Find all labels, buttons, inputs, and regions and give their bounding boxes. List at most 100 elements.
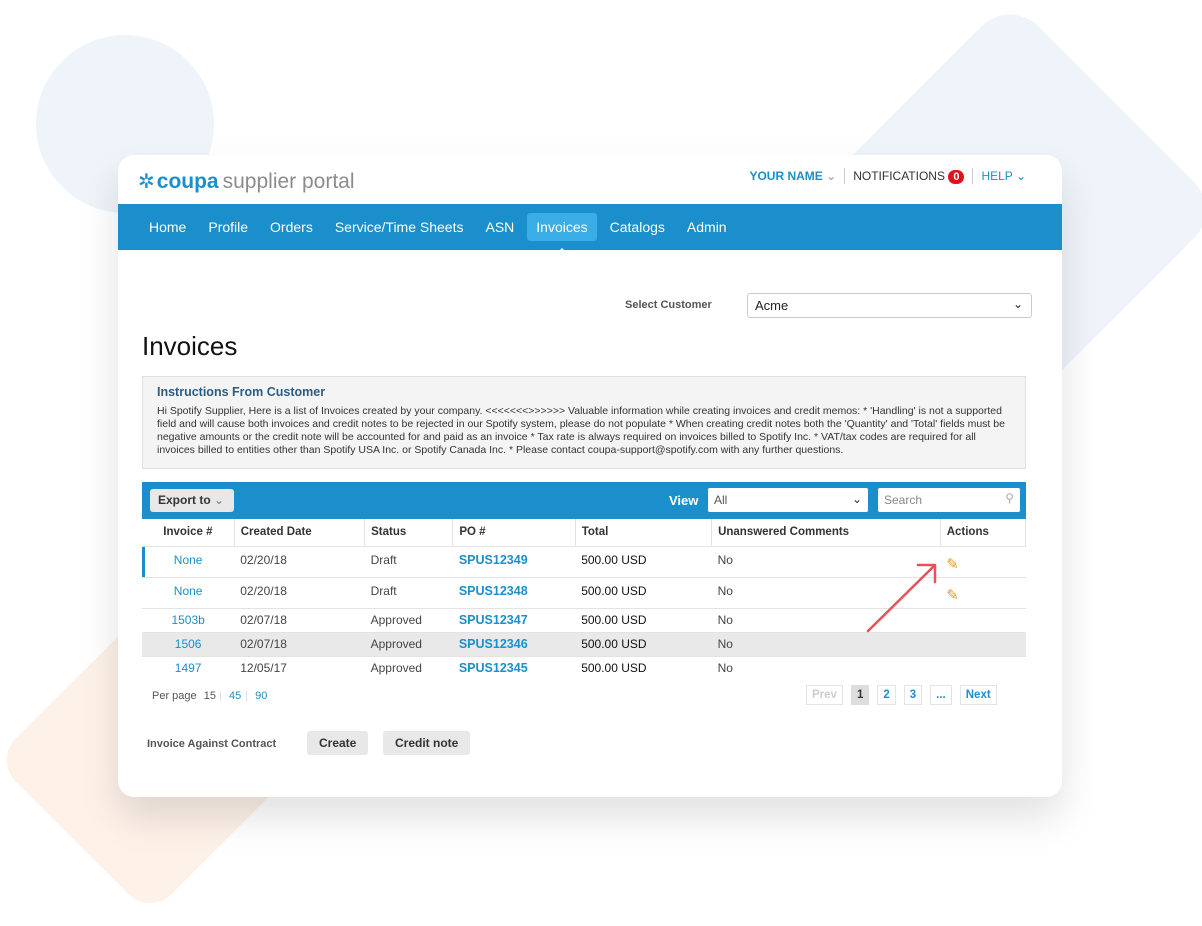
chevron-down-icon: ⌄: [214, 493, 225, 507]
table-header: Invoice # Created Date Status PO # Total Unan…: [142, 519, 1027, 546]
actions-cell: ✎: [940, 545, 1026, 577]
main-nav: Home Profile Orders Service/Time Sheets ASN I…: [118, 204, 1062, 253]
actions-cell: ✎: [940, 576, 1026, 608]
search-placeholder: Search: [884, 493, 923, 507]
per-page-current: 15: [203, 690, 216, 702]
invoice-link[interactable]: 1497: [142, 655, 235, 680]
column-header[interactable]: Unanswered Comments: [711, 519, 941, 546]
unanswered-comments: No: [711, 576, 941, 608]
table-row[interactable]: 1503b 02/07/18 Approved SPUS12347 500.00 USD…: [142, 607, 1026, 632]
per-page-45[interactable]: 45: [229, 690, 241, 702]
unanswered-comments: No: [711, 631, 941, 656]
edit-pencil-icon[interactable]: ✎: [946, 587, 959, 604]
select-customer-label: Select Customer: [625, 299, 712, 311]
created-date: 02/20/18: [234, 576, 365, 608]
unanswered-comments: No: [711, 545, 941, 577]
page-3[interactable]: 3: [903, 685, 923, 705]
nav-asn[interactable]: ASN: [476, 213, 523, 241]
chevron-down-icon: ⌄: [851, 492, 862, 506]
table-row[interactable]: 1506 02/07/18 Approved SPUS12346 500.00 USD N…: [142, 631, 1026, 656]
column-header[interactable]: Actions: [940, 519, 1027, 546]
table-row[interactable]: 1497 12/05/17 Approved SPUS12345 500.00 USD N…: [142, 655, 1026, 680]
column-header[interactable]: PO #: [452, 519, 576, 546]
status: Approved: [364, 631, 453, 656]
user-menu[interactable]: YOUR NAME ⌄: [749, 169, 836, 183]
invoice-against-contract-label: Invoice Against Contract: [147, 738, 277, 750]
per-page-label: Per page: [152, 690, 197, 702]
pagination: Prev 1 2 3 ... Next: [806, 685, 997, 705]
nav-catalogs[interactable]: Catalogs: [601, 213, 674, 241]
column-header[interactable]: Invoice #: [142, 519, 235, 546]
status: Draft: [364, 576, 453, 608]
created-date: 12/05/17: [234, 655, 365, 680]
total: 500.00 USD: [575, 545, 712, 577]
logo-suffix: supplier portal: [222, 169, 355, 193]
export-label: Export to: [158, 493, 211, 507]
view-select[interactable]: All ⌄: [708, 488, 868, 512]
status: Draft: [364, 545, 453, 577]
unanswered-comments: No: [711, 607, 941, 632]
edit-pencil-icon[interactable]: ✎: [946, 556, 959, 573]
notifications-menu[interactable]: NOTIFICATIONS 0: [853, 169, 965, 184]
invoice-link[interactable]: 1506: [142, 631, 235, 656]
search-icon: ⚲: [1005, 491, 1014, 505]
nav-invoices[interactable]: Invoices: [527, 213, 597, 253]
chevron-down-icon: ⌄: [1012, 297, 1023, 311]
search-input[interactable]: Search ⚲: [878, 488, 1020, 512]
nav-home[interactable]: Home: [140, 213, 195, 241]
top-right-menu: YOUR NAME ⌄ NOTIFICATIONS 0 HELP ⌄: [749, 168, 1026, 184]
nav-profile[interactable]: Profile: [199, 213, 257, 241]
po-link[interactable]: SPUS12345: [452, 655, 576, 680]
column-header[interactable]: Status: [364, 519, 454, 546]
invoice-link[interactable]: None: [142, 576, 235, 608]
nav-service-time-sheets[interactable]: Service/Time Sheets: [326, 213, 473, 241]
nav-admin[interactable]: Admin: [678, 213, 736, 241]
next-button[interactable]: Next: [959, 685, 997, 705]
total: 500.00 USD: [575, 631, 712, 656]
column-header[interactable]: Total: [575, 519, 713, 546]
chevron-down-icon: ⌄: [826, 169, 837, 183]
status: Approved: [364, 607, 453, 632]
notifications-label: NOTIFICATIONS: [853, 169, 945, 183]
instructions-heading: Instructions From Customer: [157, 385, 326, 399]
per-page: Per page 15 | 45 | 90: [152, 690, 268, 702]
po-link[interactable]: SPUS12346: [452, 631, 576, 656]
actions-cell: [940, 655, 1026, 680]
page-1[interactable]: 1: [850, 685, 870, 705]
po-link[interactable]: SPUS12348: [452, 576, 576, 608]
instructions-text: Hi Spotify Supplier, Here is a list of I…: [157, 405, 1005, 456]
page-more[interactable]: ...: [930, 685, 952, 705]
export-button[interactable]: Export to ⌄: [150, 489, 234, 512]
view-label: View: [669, 493, 699, 508]
column-header[interactable]: Created Date: [234, 519, 366, 546]
nav-orders[interactable]: Orders: [261, 213, 322, 241]
invoices-table: Invoice # Created Date Status PO # Total Unan…: [142, 519, 1027, 680]
coupa-flower-icon: ✲: [138, 171, 155, 193]
po-link[interactable]: SPUS12349: [452, 545, 576, 577]
page-2[interactable]: 2: [877, 685, 896, 705]
invoice-link[interactable]: 1503b: [142, 607, 235, 632]
total: 500.00 USD: [575, 576, 712, 608]
actions-cell: [940, 607, 1026, 632]
page-title: Invoices: [142, 331, 238, 361]
total: 500.00 USD: [575, 655, 712, 680]
credit-note-button[interactable]: Credit note: [383, 731, 471, 755]
created-date: 02/07/18: [234, 631, 365, 656]
user-name: YOUR NAME: [749, 169, 823, 183]
view-value: All: [714, 493, 728, 507]
per-page-90[interactable]: 90: [255, 690, 267, 702]
table-row[interactable]: None 02/20/18 Draft SPUS12349 500.00 USD No ✎: [142, 545, 1026, 577]
created-date: 02/20/18: [234, 545, 365, 577]
logo[interactable]: ✲ coupa supplier portal: [138, 169, 355, 194]
po-link[interactable]: SPUS12347: [452, 607, 576, 632]
table-toolbar: Export to ⌄ View All ⌄ Search ⚲: [142, 482, 1026, 519]
table-row[interactable]: None 02/20/18 Draft SPUS12348 500.00 USD No ✎: [142, 576, 1026, 608]
logo-brand: coupa: [156, 169, 219, 193]
customer-select[interactable]: Acme ⌄: [747, 293, 1032, 318]
prev-button[interactable]: Prev: [806, 685, 843, 705]
create-button[interactable]: Create: [307, 731, 369, 755]
total: 500.00 USD: [575, 607, 712, 632]
invoice-link[interactable]: None: [142, 545, 235, 577]
chevron-down-icon: ⌄: [1015, 169, 1026, 183]
help-menu[interactable]: HELP ⌄: [981, 169, 1026, 183]
